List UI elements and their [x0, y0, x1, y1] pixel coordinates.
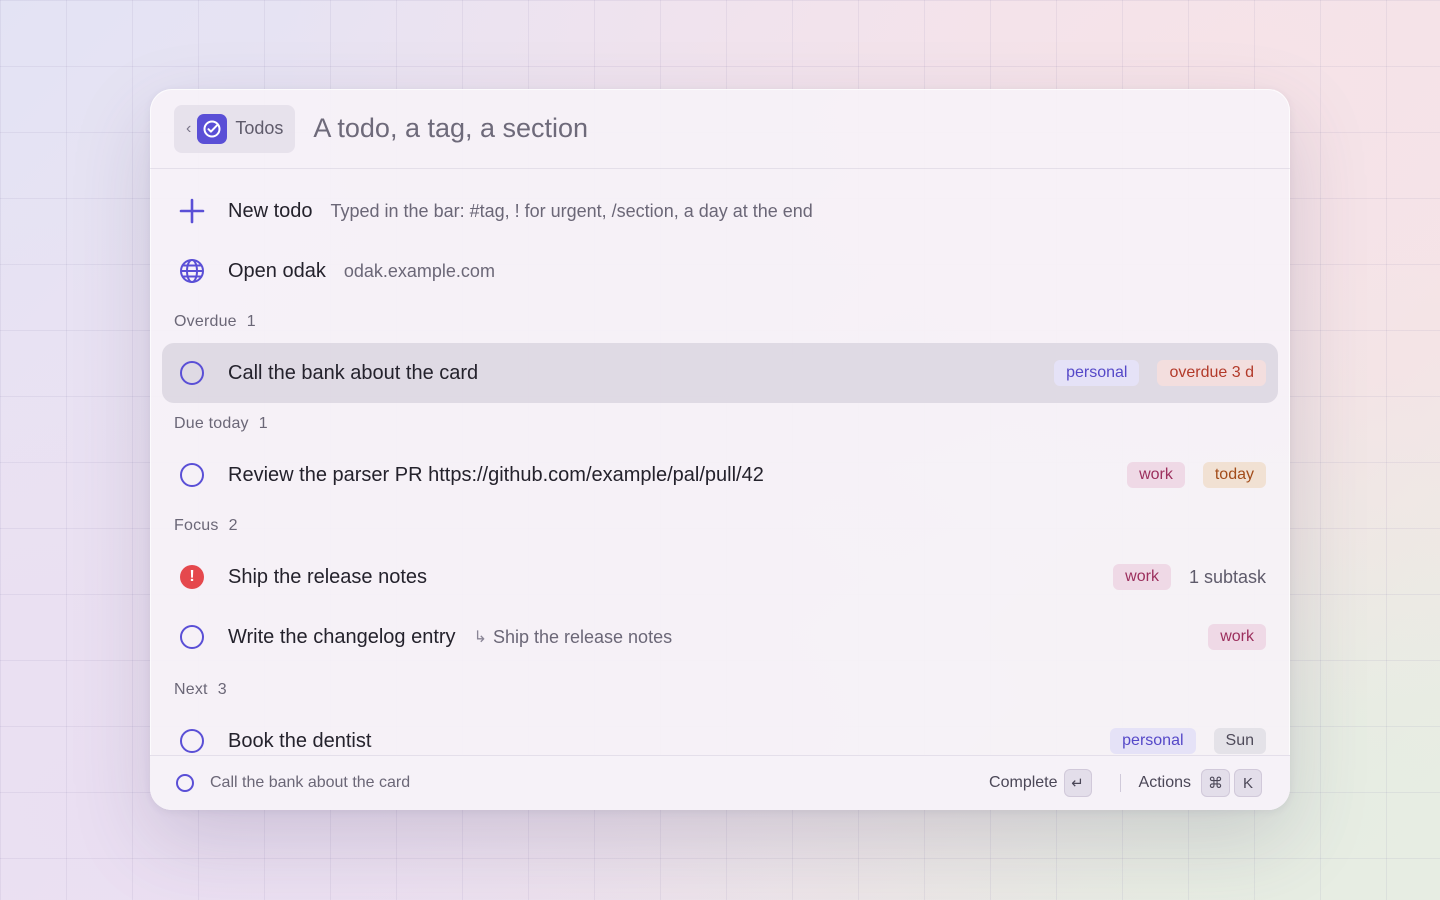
selected-item-title: Call the bank about the card [210, 774, 410, 792]
circle-checkbox-icon[interactable] [178, 461, 206, 489]
circle-checkbox-icon[interactable] [178, 359, 206, 387]
section-label: Focus [174, 517, 219, 535]
launcher-window: ‹ Todos New todo Typed in the bar: #tag,… [150, 89, 1290, 810]
todo-row[interactable]: Review the parser PR https://github.com/… [162, 445, 1278, 505]
circle-checkbox-icon[interactable] [178, 727, 206, 755]
due-badge: Sun [1214, 728, 1266, 754]
section-count: 3 [218, 681, 227, 699]
subtask-count: 1 subtask [1189, 567, 1266, 588]
section-count: 1 [259, 415, 268, 433]
chevron-left-icon: ‹ [186, 120, 191, 138]
todo-title: Call the bank about the card [228, 362, 478, 385]
urgent-icon[interactable]: ! [178, 563, 206, 591]
todo-row[interactable]: Call the bank about the card personal ov… [162, 343, 1278, 403]
tag-badge: personal [1054, 360, 1139, 386]
section-header-focus: Focus 2 [162, 505, 1278, 547]
section-label: Due today [174, 415, 249, 433]
todo-title: Ship the release notes [228, 566, 427, 589]
results-list: New todo Typed in the bar: #tag, ! for u… [150, 169, 1290, 755]
plus-icon [178, 197, 206, 225]
tag-badge: work [1113, 564, 1171, 590]
subtask-arrow-icon: ↳ [474, 627, 487, 647]
todo-title: Review the parser PR https://github.com/… [228, 464, 764, 487]
todos-app-icon [197, 114, 227, 144]
command-new-todo[interactable]: New todo Typed in the bar: #tag, ! for u… [162, 181, 1278, 241]
section-label: Overdue [174, 313, 237, 331]
section-header-overdue: Overdue 1 [162, 301, 1278, 343]
command-title: Open odak [228, 260, 326, 283]
section-header-due-today: Due today 1 [162, 403, 1278, 445]
section-header-next: Next 3 [162, 669, 1278, 711]
globe-icon [178, 257, 206, 285]
parent-title: Ship the release notes [493, 627, 672, 648]
section-count: 1 [247, 313, 256, 331]
parent-todo: ↳ Ship the release notes [474, 627, 673, 648]
todo-row[interactable]: Write the changelog entry ↳ Ship the rel… [162, 607, 1278, 667]
due-badge: overdue 3 d [1157, 360, 1266, 386]
urgent-glyph: ! [189, 568, 194, 586]
command-subtitle: Typed in the bar: #tag, ! for urgent, /s… [331, 201, 813, 222]
back-button[interactable]: ‹ Todos [174, 105, 295, 153]
due-badge: today [1203, 462, 1266, 488]
tag-badge: work [1127, 462, 1185, 488]
circle-checkbox-icon[interactable] [178, 623, 206, 651]
command-subtitle: odak.example.com [344, 261, 495, 282]
complete-action-button[interactable]: Complete [989, 774, 1057, 792]
command-key-icon: ⌘ [1201, 769, 1230, 797]
divider [1120, 774, 1121, 792]
todo-title: Write the changelog entry [228, 626, 456, 649]
tag-badge: personal [1110, 728, 1195, 754]
action-bar: Call the bank about the card Complete ↵ … [150, 755, 1290, 810]
circle-icon [176, 774, 194, 792]
actions-menu-button[interactable]: Actions [1139, 774, 1191, 792]
todo-title: Book the dentist [228, 730, 371, 753]
command-open-odak[interactable]: Open odak odak.example.com [162, 241, 1278, 301]
todo-row[interactable]: ! Ship the release notes work 1 subtask [162, 547, 1278, 607]
todo-row[interactable]: Book the dentist personal Sun [162, 711, 1278, 755]
back-label: Todos [235, 118, 283, 139]
command-title: New todo [228, 200, 313, 223]
k-key-icon: K [1234, 769, 1262, 797]
section-count: 2 [229, 517, 238, 535]
section-label: Next [174, 681, 208, 699]
search-bar: ‹ Todos [150, 89, 1290, 169]
enter-key-icon: ↵ [1064, 769, 1092, 797]
search-input[interactable] [313, 113, 1113, 144]
tag-badge: work [1208, 624, 1266, 650]
